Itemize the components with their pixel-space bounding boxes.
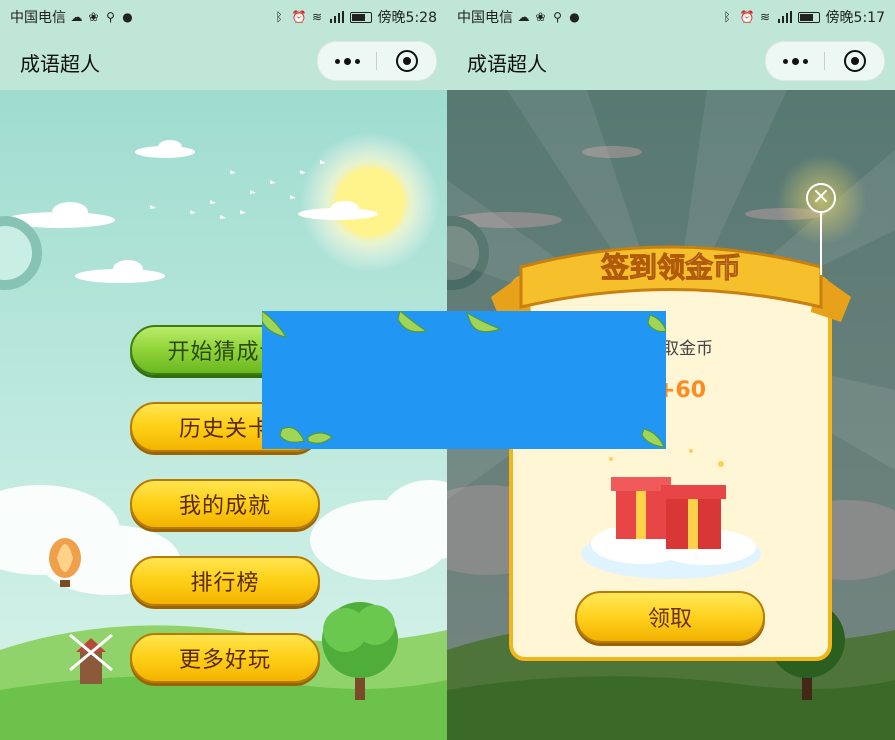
map-pin-icon: ⚲ <box>106 9 115 24</box>
chat-icon: ● <box>122 9 133 24</box>
paw-icon: ❀ <box>535 9 546 24</box>
alarm-icon: ⏰ <box>739 9 755 24</box>
close-connector <box>820 213 822 275</box>
battery-icon <box>797 11 820 23</box>
leaderboard-button[interactable]: 排行榜 <box>130 556 320 606</box>
cloud-icon: ☁ <box>517 9 530 24</box>
clock: 傍晚5:28 <box>377 10 437 26</box>
signal-icon <box>777 11 792 23</box>
map-pin-icon: ⚲ <box>553 9 562 24</box>
more-icon[interactable] <box>766 42 824 80</box>
cloud-icon: ☁ <box>70 9 83 24</box>
close-icon[interactable]: × <box>806 183 836 213</box>
alarm-icon: ⏰ <box>291 9 307 24</box>
mini-program-capsule <box>317 41 437 81</box>
claim-button[interactable]: 领取 <box>575 591 765 643</box>
carrier-label: 中国电信 <box>457 10 513 26</box>
leaf-decoration <box>261 310 667 448</box>
clock: 傍晚5:17 <box>825 10 885 26</box>
signal-icon <box>329 11 344 23</box>
battery-icon <box>349 11 372 23</box>
wifi-icon: ≋ <box>312 9 323 24</box>
gift-box-icon <box>581 449 761 579</box>
more-icon[interactable] <box>318 42 376 80</box>
dialog-banner: 签到领金币 <box>601 251 741 284</box>
blue-overlay-block <box>261 310 667 449</box>
more-games-button[interactable]: 更多好玩 <box>130 633 320 683</box>
capsule-divider <box>824 52 825 70</box>
achievements-button[interactable]: 我的成就 <box>130 479 320 529</box>
carrier-label: 中国电信 <box>10 10 66 26</box>
title-bar: 成语超人 <box>0 32 447 90</box>
status-bar: 中国电信 ☁ ❀ ⚲ ● ᛒ ⏰ ≋ 傍晚5:17 <box>447 0 895 32</box>
bluetooth-icon: ᛒ <box>723 9 731 24</box>
app-title: 成语超人 <box>20 52 100 76</box>
paw-icon: ❀ <box>88 9 99 24</box>
chat-icon: ● <box>569 9 580 24</box>
bluetooth-icon: ᛒ <box>275 9 283 24</box>
status-bar: 中国电信 ☁ ❀ ⚲ ● ᛒ ⏰ ≋ 傍晚5:28 <box>0 0 447 32</box>
mini-program-capsule <box>765 41 885 81</box>
app-title: 成语超人 <box>467 52 547 76</box>
title-bar: 成语超人 <box>447 32 895 90</box>
capsule-divider <box>376 52 377 70</box>
exit-icon[interactable] <box>844 50 866 72</box>
wifi-icon: ≋ <box>760 9 771 24</box>
exit-icon[interactable] <box>396 50 418 72</box>
